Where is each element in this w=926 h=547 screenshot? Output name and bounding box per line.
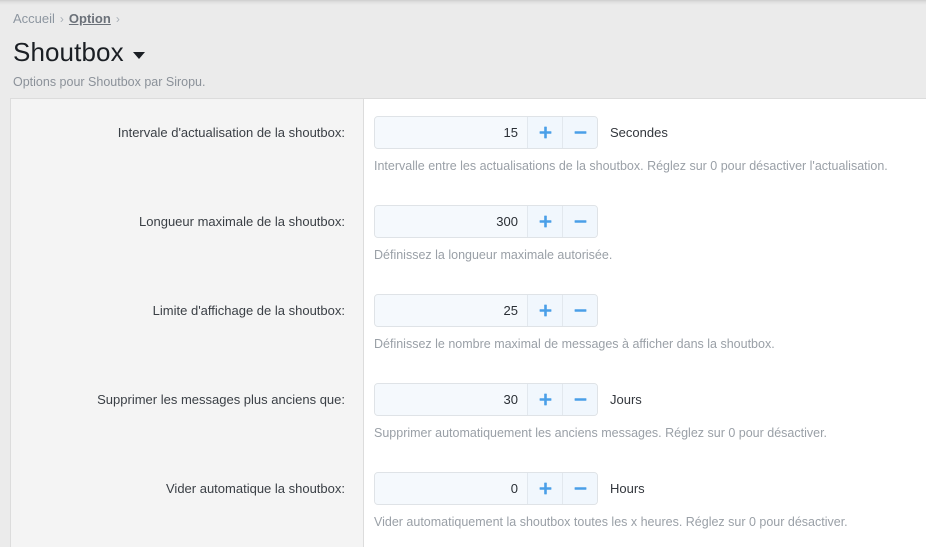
minus-icon <box>574 482 587 495</box>
minus-icon <box>574 393 587 406</box>
unit-label: Hours <box>610 481 645 496</box>
option-help-text: Intervalle entre les actualisations de l… <box>374 159 888 173</box>
number-input[interactable] <box>375 206 527 237</box>
plus-icon <box>539 482 552 495</box>
quantity-stepper[interactable] <box>374 472 598 505</box>
options-panel: Intervale d'actualisation de la shoutbox… <box>10 98 926 547</box>
page-subtitle: Options pour Shoutbox par Siropu. <box>13 75 206 89</box>
option-help-text: Supprimer automatiquement les anciens me… <box>374 426 828 440</box>
chevron-down-icon[interactable] <box>132 51 145 59</box>
quantity-stepper[interactable] <box>374 383 598 416</box>
option-help-text: Définissez la longueur maximale autorisé… <box>374 248 613 262</box>
option-label: Intervale d'actualisation de la shoutbox… <box>117 125 345 140</box>
option-field: Hours Vider automatiquement la shoutbox t… <box>363 455 926 531</box>
option-field: Secondes Intervalle entre les actualisati… <box>363 99 926 175</box>
option-label: Longueur maximale de la shoutbox: <box>139 214 345 229</box>
increment-button[interactable] <box>527 295 562 326</box>
option-field: Définissez le nombre maximal de messages… <box>363 277 926 353</box>
breadcrumb-item-option[interactable]: Option <box>69 11 111 26</box>
decrement-button[interactable] <box>562 117 597 148</box>
number-input[interactable] <box>375 295 527 326</box>
stepper-line: Secondes <box>374 116 912 149</box>
unit-label: Jours <box>610 392 642 407</box>
option-label: Supprimer les messages plus anciens que: <box>97 392 345 407</box>
decrement-button[interactable] <box>562 473 597 504</box>
unit-label: Secondes <box>610 125 668 140</box>
increment-button[interactable] <box>527 473 562 504</box>
number-input[interactable] <box>375 117 527 148</box>
quantity-stepper[interactable] <box>374 294 598 327</box>
increment-button[interactable] <box>527 117 562 148</box>
plus-icon <box>539 304 552 317</box>
increment-button[interactable] <box>527 206 562 237</box>
plus-icon <box>539 126 552 139</box>
stepper-line <box>374 205 912 238</box>
stepper-line: Hours <box>374 472 912 505</box>
option-field: Définissez la longueur maximale autorisé… <box>363 188 926 264</box>
decrement-button[interactable] <box>562 295 597 326</box>
minus-icon <box>574 126 587 139</box>
option-label: Limite d'affichage de la shoutbox: <box>152 303 345 318</box>
increment-button[interactable] <box>527 384 562 415</box>
breadcrumb-item-home[interactable]: Accueil <box>13 11 55 26</box>
option-field: Jours Supprimer automatiquement les ancie… <box>363 366 926 442</box>
number-input[interactable] <box>375 473 527 504</box>
breadcrumb-separator-icon: › <box>59 12 64 26</box>
option-row: Supprimer les messages plus anciens que:… <box>11 366 926 455</box>
page-title-text: Shoutbox <box>13 37 124 67</box>
option-row: Vider automatique la shoutbox: Hours Vider… <box>11 455 926 544</box>
minus-icon <box>574 304 587 317</box>
breadcrumb-separator-icon: › <box>115 12 120 26</box>
option-help-text: Définissez le nombre maximal de messages… <box>374 337 775 351</box>
decrement-button[interactable] <box>562 206 597 237</box>
stepper-line <box>374 294 912 327</box>
option-help-text: Vider automatiquement la shoutbox toutes… <box>374 515 848 529</box>
quantity-stepper[interactable] <box>374 116 598 149</box>
decrement-button[interactable] <box>562 384 597 415</box>
quantity-stepper[interactable] <box>374 205 598 238</box>
page-title[interactable]: Shoutbox <box>13 37 926 67</box>
breadcrumb: Accueil › Option › <box>13 11 926 27</box>
number-input[interactable] <box>375 384 527 415</box>
plus-icon <box>539 215 552 228</box>
option-row: Longueur maximale de la shoutbox: Définis… <box>11 188 926 277</box>
option-label: Vider automatique la shoutbox: <box>166 481 345 496</box>
option-row: Limite d'affichage de la shoutbox: Défini… <box>11 277 926 366</box>
page-header: Accueil › Option › Shoutbox Options pour Sh… <box>0 0 926 98</box>
minus-icon <box>574 215 587 228</box>
option-row: Intervale d'actualisation de la shoutbox… <box>11 99 926 188</box>
stepper-line: Jours <box>374 383 912 416</box>
plus-icon <box>539 393 552 406</box>
